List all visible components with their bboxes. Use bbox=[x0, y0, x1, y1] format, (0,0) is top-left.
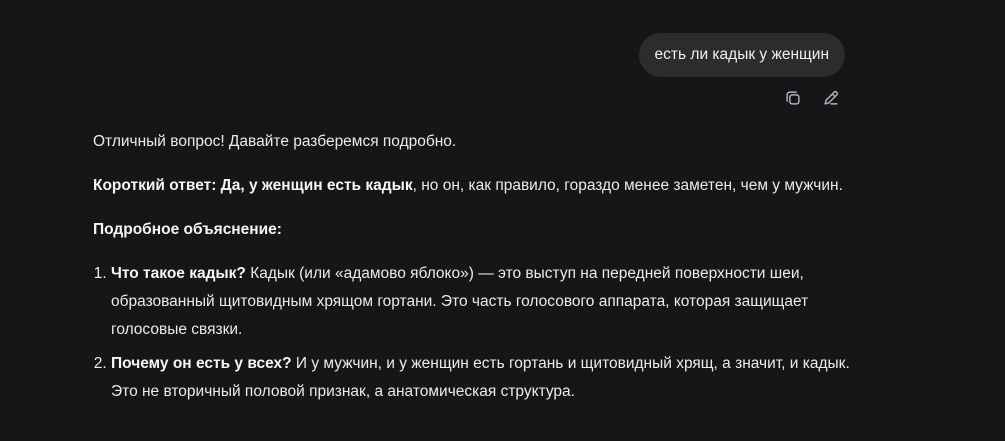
detail-heading: Подробное объяснение: bbox=[93, 216, 853, 244]
copy-button[interactable] bbox=[782, 87, 804, 109]
detail-heading-text: Подробное объяснение: bbox=[93, 221, 282, 238]
copy-icon bbox=[786, 91, 800, 105]
list-item: Почему он есть у всех? И у мужчин, и у ж… bbox=[111, 350, 853, 406]
user-message-text: есть ли кадык у женщин bbox=[654, 46, 829, 63]
answer-intro: Отличный вопрос! Давайте разберемся подр… bbox=[93, 133, 457, 150]
user-message-bubble: есть ли кадык у женщин bbox=[638, 33, 845, 77]
edit-icon bbox=[824, 90, 839, 105]
assistant-answer: Отличный вопрос! Давайте разберемся подр… bbox=[93, 128, 853, 412]
short-answer: Короткий ответ: Да, у женщин есть кадык,… bbox=[93, 172, 853, 200]
message-actions bbox=[782, 87, 842, 109]
edit-button[interactable] bbox=[820, 87, 842, 109]
list-item: Что такое кадык? Кадык (или «адамово ябл… bbox=[111, 260, 853, 344]
short-answer-label: Короткий ответ: Да, у женщин есть кадык bbox=[93, 177, 413, 194]
list-item-title: Что такое кадык? bbox=[111, 265, 246, 282]
short-answer-text: , но он, как правило, гораздо менее заме… bbox=[412, 177, 843, 194]
list-item-title: Почему он есть у всех? bbox=[111, 355, 292, 372]
explanation-list: Что такое кадык? Кадык (или «адамово ябл… bbox=[93, 260, 853, 406]
